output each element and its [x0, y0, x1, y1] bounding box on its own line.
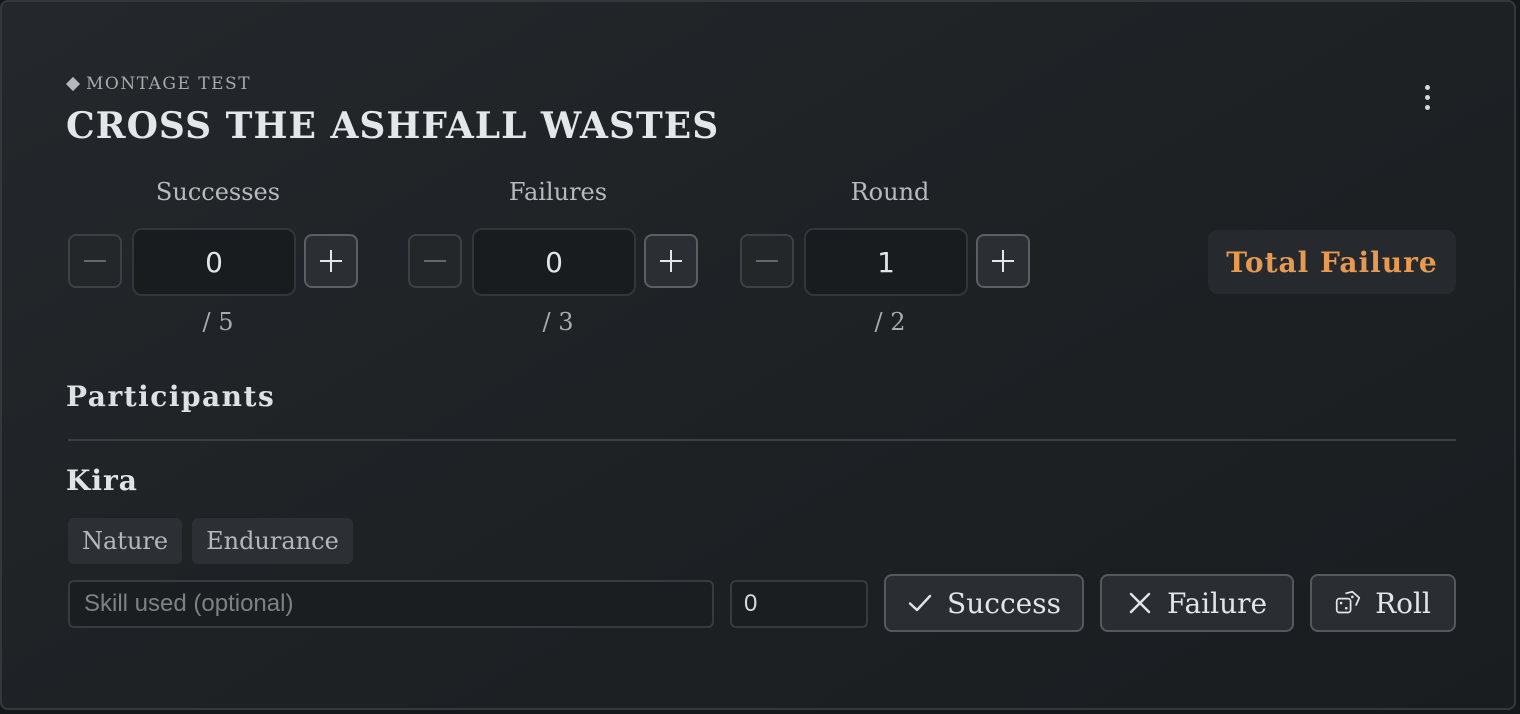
failures-increment-button[interactable] — [644, 234, 698, 288]
failures-max: / 3 — [542, 308, 574, 336]
successes-value: 0 — [132, 228, 296, 296]
round-decrement-button[interactable] — [740, 234, 794, 288]
skill-tag[interactable]: Nature — [68, 518, 183, 564]
successes-max: / 5 — [202, 308, 234, 336]
roll-value-input[interactable] — [730, 580, 868, 628]
participant-name: Kira — [66, 464, 138, 497]
roll-button[interactable]: Roll — [1310, 574, 1456, 632]
round-value: 1 — [804, 228, 968, 296]
montage-test-card: MONTAGE TEST CROSS THE ASHFALL WASTES Su… — [0, 0, 1516, 710]
participant-skills: Nature Endurance — [68, 518, 353, 564]
status-badge: Total Failure — [1208, 230, 1456, 294]
counter-label: Successes — [155, 178, 281, 206]
section-divider — [68, 439, 1456, 441]
check-icon — [907, 590, 933, 616]
skill-tag[interactable]: Endurance — [192, 518, 353, 564]
success-button-label: Success — [947, 586, 1061, 620]
participants-heading: Participants — [66, 380, 276, 413]
minus-icon — [424, 250, 446, 272]
close-icon — [1127, 590, 1153, 616]
failures-decrement-button[interactable] — [408, 234, 462, 288]
counter-label: Failures — [508, 178, 608, 206]
skill-used-input[interactable] — [68, 580, 714, 628]
failure-button[interactable]: Failure — [1100, 574, 1294, 632]
eyebrow-label: MONTAGE TEST — [86, 74, 252, 94]
failure-button-label: Failure — [1166, 586, 1268, 620]
plus-icon — [992, 250, 1014, 272]
card-eyebrow: MONTAGE TEST — [65, 74, 252, 94]
dice-icon — [1335, 590, 1361, 616]
more-vertical-icon — [1424, 84, 1430, 90]
failures-value: 0 — [472, 228, 636, 296]
minus-icon — [84, 250, 106, 272]
card-title: CROSS THE ASHFALL WASTES — [66, 105, 720, 147]
round-max: / 2 — [874, 308, 906, 336]
roll-button-label: Roll — [1375, 586, 1431, 620]
round-increment-button[interactable] — [976, 234, 1030, 288]
diamond-icon — [65, 76, 81, 92]
plus-icon — [660, 250, 682, 272]
successes-decrement-button[interactable] — [68, 234, 122, 288]
successes-increment-button[interactable] — [304, 234, 358, 288]
minus-icon — [756, 250, 778, 272]
success-button[interactable]: Success — [884, 574, 1084, 632]
more-options-button[interactable] — [1412, 80, 1442, 114]
counter-label: Round — [850, 178, 930, 206]
plus-icon — [320, 250, 342, 272]
